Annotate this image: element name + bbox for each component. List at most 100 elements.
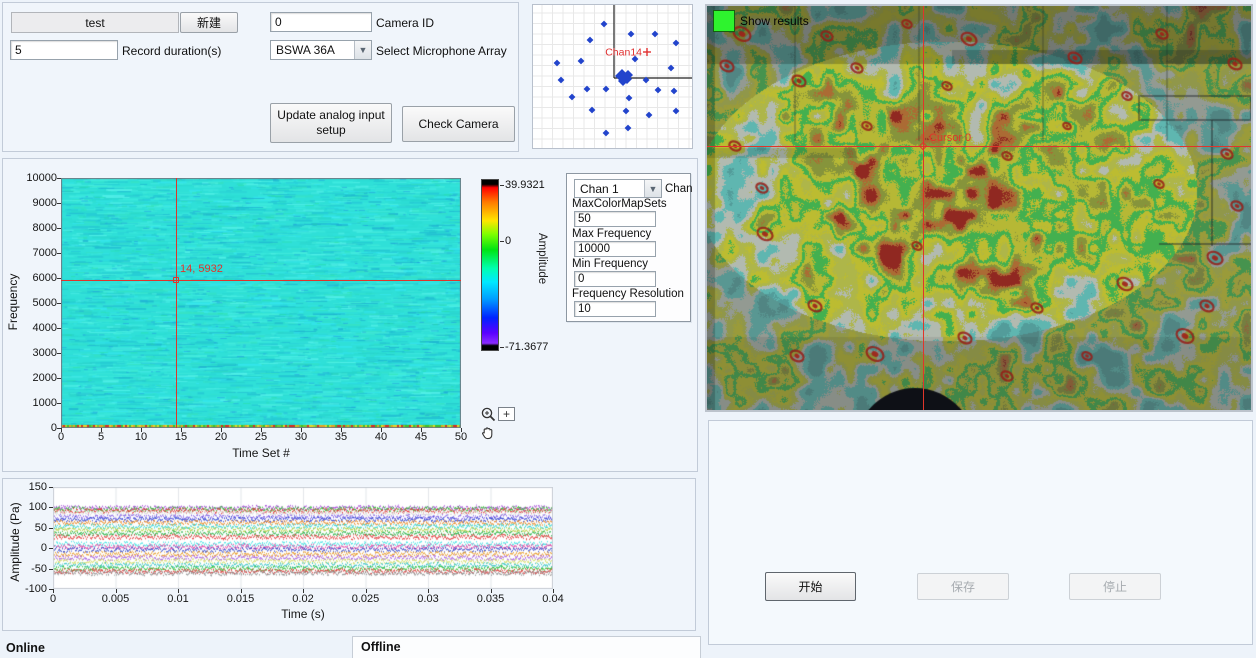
test-name-value: test — [85, 16, 104, 30]
zoom-icon[interactable] — [480, 406, 497, 423]
camera-cursor-label: Cursor 0 — [929, 132, 971, 144]
tick-mark — [461, 428, 462, 432]
tick-mark — [49, 528, 53, 529]
spectrogram-x-tick-label: 30 — [295, 431, 307, 443]
tick-mark — [101, 428, 102, 432]
mic-array-plot[interactable]: Chan14 — [532, 4, 693, 149]
new-button[interactable]: 新建 — [180, 12, 238, 33]
analysis-settings-cluster: Chan 1 ▼ Chan MaxColorMapSets Max Freque… — [566, 173, 691, 322]
spectrogram-x-tick-label: 15 — [175, 431, 187, 443]
min-frequency-input[interactable] — [574, 271, 656, 287]
spectrogram-x-axis-label: Time Set # — [232, 446, 290, 460]
tick-mark — [57, 378, 61, 379]
spectrogram-x-tick-label: 40 — [375, 431, 387, 443]
svg-text:Chan14: Chan14 — [605, 47, 642, 59]
tick-mark — [49, 548, 53, 549]
tick-mark — [301, 428, 302, 432]
spectrogram-y-tick-label: 6000 — [15, 272, 57, 284]
test-name-field[interactable]: test — [11, 12, 179, 33]
tick-mark — [57, 353, 61, 354]
tick-mark — [57, 203, 61, 204]
camera-canvas[interactable] — [707, 6, 1251, 410]
tick-mark — [141, 428, 142, 432]
show-results-label: Show results — [740, 14, 809, 28]
spectrogram-canvas[interactable] — [61, 178, 461, 428]
tick-mark — [303, 589, 304, 593]
waveform-y-tick-label: 50 — [13, 522, 47, 534]
channel-dropdown[interactable]: Chan 1 ▼ — [574, 179, 662, 198]
save-button[interactable]: 保存 — [917, 573, 1009, 600]
camera-cursor-vline[interactable] — [923, 6, 924, 410]
mic-array-dropdown[interactable]: BSWA 36A ▼ — [270, 40, 372, 60]
tick-mark — [57, 328, 61, 329]
spectrogram-y-tick-label: 5000 — [15, 297, 57, 309]
camera-cursor-hline[interactable] — [707, 146, 1251, 147]
max-colormap-input[interactable] — [574, 211, 656, 227]
waveform-x-tick-label: 0.03 — [417, 593, 438, 605]
spectrogram-x-tick-label: 20 — [215, 431, 227, 443]
tick-mark — [57, 178, 61, 179]
start-button[interactable]: 开始 — [765, 572, 856, 601]
spectrogram-y-tick-label: 4000 — [15, 322, 57, 334]
waveform-x-tick-label: 0.025 — [352, 593, 380, 605]
spectrogram-y-tick-label: 3000 — [15, 347, 57, 359]
spectrogram-x-tick-label: 10 — [135, 431, 147, 443]
spectrogram-cursor-marker[interactable] — [173, 277, 179, 283]
check-camera-button[interactable]: Check Camera — [402, 106, 515, 142]
max-frequency-input[interactable] — [574, 241, 656, 257]
colorbar-mid-label: 0 — [505, 235, 511, 247]
waveform-x-tick-label: 0.04 — [542, 593, 563, 605]
frequency-resolution-input[interactable] — [574, 301, 656, 317]
tick-mark — [241, 589, 242, 593]
spectrogram-cursor-vline[interactable] — [176, 178, 177, 428]
spectrogram-cursor-label: 14, 5932 — [180, 263, 223, 275]
mic-array-scatter[interactable]: Chan14 — [533, 5, 692, 148]
tick-mark — [491, 589, 492, 593]
show-results-indicator[interactable] — [713, 10, 735, 32]
camera-id-label: Camera ID — [376, 16, 434, 30]
colorbar-max-label: 39.9321 — [505, 179, 545, 191]
waveform-canvas — [53, 487, 553, 589]
tick-mark — [57, 403, 61, 404]
spectrogram-x-tick-label: 25 — [255, 431, 267, 443]
online-status: Online — [6, 641, 45, 655]
tick-mark — [53, 589, 54, 593]
waveform-panel: Amplitude (Pa) 150100500-50-100 00.0050.… — [2, 478, 696, 631]
tick-mark — [381, 428, 382, 432]
tick-mark — [421, 428, 422, 432]
cursor-tool-icon[interactable]: + — [498, 407, 515, 421]
tick-mark — [57, 303, 61, 304]
action-panel: 开始 保存 停止 — [708, 420, 1253, 645]
stop-button[interactable]: 停止 — [1069, 573, 1161, 600]
min-frequency-label: Min Frequency — [572, 258, 648, 270]
spectrogram-cursor-hline[interactable] — [61, 280, 461, 281]
chevron-down-icon: ▼ — [644, 180, 661, 197]
tick-mark — [553, 589, 554, 593]
spectrogram-y-tick-label: 9000 — [15, 197, 57, 209]
spectrogram-y-tick-label: 2000 — [15, 372, 57, 384]
mic-array-label: Select Microphone Array — [376, 44, 507, 58]
waveform-x-tick-label: 0.005 — [102, 593, 130, 605]
record-duration-input[interactable] — [10, 40, 118, 60]
tick-mark — [341, 428, 342, 432]
waveform-x-tick-label: 0 — [50, 593, 56, 605]
waveform-y-tick-label: 100 — [13, 501, 47, 513]
waveform-x-tick-label: 0.02 — [292, 593, 313, 605]
colorbar-title: Amplitude — [536, 233, 548, 284]
spectrogram-x-tick-label: 50 — [455, 431, 467, 443]
waveform-x-tick-label: 0.01 — [167, 593, 188, 605]
camera-view[interactable]: Cursor 0 Show results — [705, 4, 1253, 412]
graph-palette: + — [480, 406, 520, 446]
camera-id-input[interactable] — [270, 12, 372, 32]
waveform-y-tick-label: 150 — [13, 481, 47, 493]
waveform-y-tick-label: -100 — [13, 583, 47, 595]
max-colormap-label: MaxColorMapSets — [572, 198, 667, 210]
tick-mark — [49, 569, 53, 570]
update-analog-button[interactable]: Update analog input setup — [270, 103, 392, 143]
offline-status-box: Offline — [352, 636, 701, 658]
pan-hand-icon[interactable] — [480, 425, 496, 441]
spectrogram-y-tick-label: 8000 — [15, 222, 57, 234]
max-frequency-label: Max Frequency — [572, 228, 651, 240]
waveform-x-tick-label: 0.015 — [227, 593, 255, 605]
tick-mark — [49, 487, 53, 488]
